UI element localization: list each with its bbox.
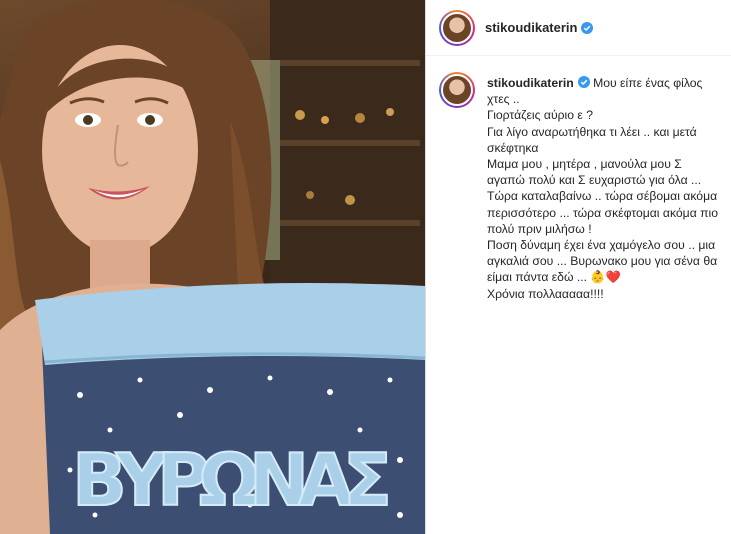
verified-badge-icon bbox=[577, 76, 590, 88]
caption-line: Γιορτάζεις αύριο ε ? bbox=[487, 108, 594, 123]
caption-line: Χρόνια πολλααααα!!!! bbox=[487, 286, 604, 301]
caption-line: Τώρα καταλαβαίνω .. τώρα σέβομαι ακόμα π… bbox=[487, 189, 719, 236]
caption-line: Μαμα μου , μητέρα , μανούλα μου Σ αγαπώ … bbox=[487, 157, 702, 188]
profile-avatar[interactable] bbox=[439, 9, 475, 46]
post-photo[interactable]: ΒΥΡΩΝΑΣ bbox=[0, 0, 425, 534]
caption-username[interactable]: stikoudikaterin bbox=[487, 76, 574, 90]
verified-badge-icon bbox=[581, 21, 594, 34]
caption-line: Για λίγο αναρωτήθηκα τι λέει .. και μετά… bbox=[487, 124, 697, 155]
post-sidebar: stikoudikaterin stikoudikaterin Μου είπε… bbox=[425, 0, 731, 534]
caption-line: Ποση δύναμη έχει ένα χαμόγελο σου .. μια… bbox=[487, 238, 718, 285]
basket-name-text: ΒΥΡΩΝΑΣ bbox=[72, 438, 392, 522]
caption-comment: stikoudikaterin Μου είπε ένας φίλος χτες… bbox=[426, 56, 731, 302]
post-header: stikoudikaterin bbox=[426, 0, 731, 56]
photo-illustration: ΒΥΡΩΝΑΣ bbox=[0, 0, 425, 534]
header-username[interactable]: stikoudikaterin bbox=[485, 20, 577, 35]
instagram-post: ΒΥΡΩΝΑΣ stikoudikaterin stikoudikaterin … bbox=[0, 0, 731, 534]
caption-avatar[interactable] bbox=[439, 72, 475, 108]
caption-text: stikoudikaterin Μου είπε ένας φίλος χτες… bbox=[487, 75, 722, 302]
